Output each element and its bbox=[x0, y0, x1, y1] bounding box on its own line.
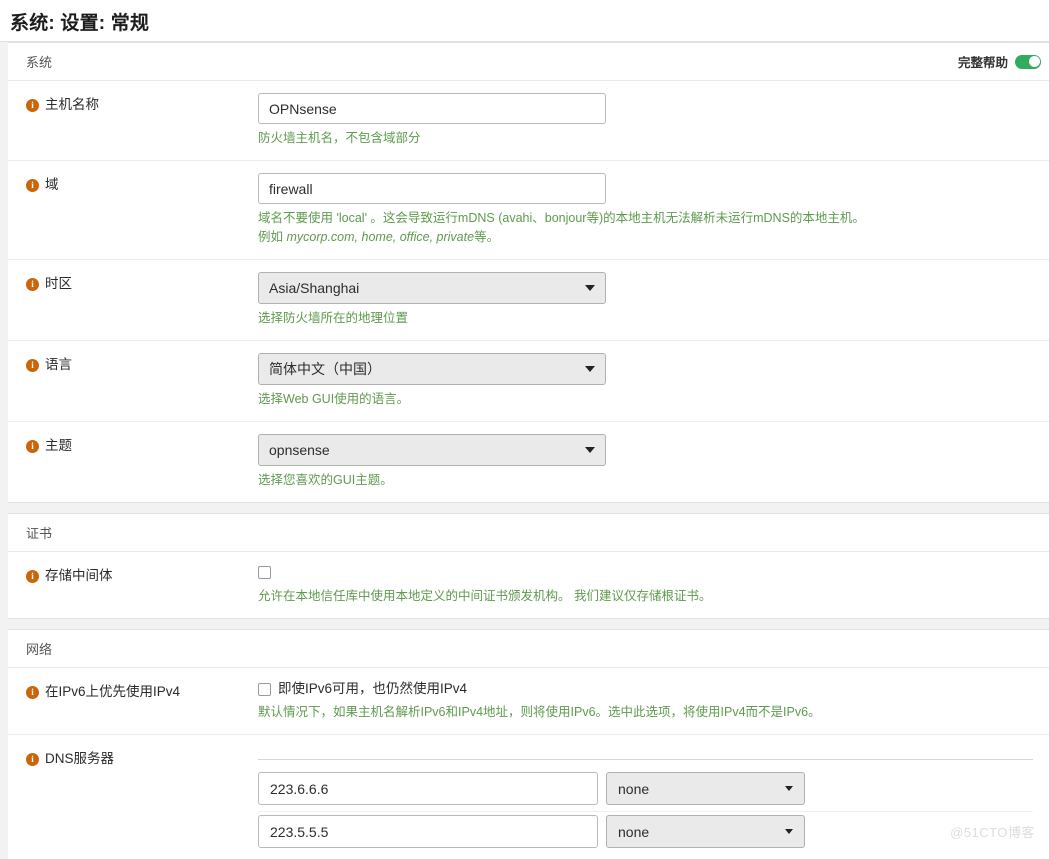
prefer-ipv4-checkbox-line[interactable]: 即使IPv6可用，也仍然使用IPv4 bbox=[258, 680, 1033, 698]
panel-certificate: 证书 i 存储中间体 允许在本地信任库中使用本地定义的中间证书颁发机构。 我们建… bbox=[8, 513, 1049, 619]
field-domain: 域名不要使用 'local' 。这会导致运行mDNS (avahi、bonjou… bbox=[258, 173, 1049, 247]
label-hostname-text: 主机名称 bbox=[45, 97, 99, 112]
chevron-down-icon bbox=[585, 447, 595, 453]
help-domain-suffix: 等。 bbox=[474, 230, 500, 244]
help-domain-line2: 例如 mycorp.com, home, office, private等。 bbox=[258, 228, 998, 247]
dns-server-2-input[interactable] bbox=[258, 815, 598, 848]
label-store-intermediate-text: 存储中间体 bbox=[45, 568, 113, 583]
row-language: i 语言 简体中文（中国） 选择Web GUI使用的语言。 bbox=[8, 341, 1049, 422]
label-domain-text: 域 bbox=[45, 177, 59, 192]
prefer-ipv4-checkbox-label: 即使IPv6可用，也仍然使用IPv4 bbox=[278, 681, 468, 696]
help-theme: 选择您喜欢的GUI主题。 bbox=[258, 473, 393, 487]
panel-network-title: 网络 bbox=[26, 642, 53, 657]
full-help-label: 完整帮助 bbox=[957, 56, 1008, 70]
timezone-select[interactable]: Asia/Shanghai bbox=[258, 272, 606, 304]
label-domain: i 域 bbox=[8, 173, 258, 195]
dns-server-1-interface-value: none bbox=[618, 780, 650, 797]
info-icon[interactable]: i bbox=[26, 359, 39, 372]
row-prefer-ipv4: i 在IPv6上优先使用IPv4 即使IPv6可用，也仍然使用IPv4 默认情况… bbox=[8, 668, 1049, 735]
field-timezone: Asia/Shanghai 选择防火墙所在的地理位置 bbox=[258, 272, 1049, 328]
field-language: 简体中文（中国） 选择Web GUI使用的语言。 bbox=[258, 353, 1049, 409]
row-dns-servers: i DNS服务器 none none bbox=[8, 735, 1049, 859]
label-timezone: i 时区 bbox=[8, 272, 258, 294]
label-theme: i 主题 bbox=[8, 434, 258, 456]
timezone-select-value: Asia/Shanghai bbox=[269, 280, 360, 296]
dns-server-row: none bbox=[258, 812, 1033, 854]
dns-server-1-input[interactable] bbox=[258, 772, 598, 805]
chevron-down-icon bbox=[785, 786, 793, 791]
dns-server-row: none bbox=[258, 769, 1033, 812]
field-dns-servers: none none bbox=[258, 747, 1049, 854]
chevron-down-icon bbox=[585, 366, 595, 372]
panel-system-title: 系统 bbox=[26, 55, 53, 70]
field-prefer-ipv4: 即使IPv6可用，也仍然使用IPv4 默认情况下，如果主机名解析IPv6和IPv… bbox=[258, 680, 1049, 722]
page-title: 系统: 设置: 常规 bbox=[0, 0, 1049, 41]
row-timezone: i 时区 Asia/Shanghai 选择防火墙所在的地理位置 bbox=[8, 260, 1049, 341]
watermark: @51CTO博客 bbox=[950, 825, 1035, 840]
label-theme-text: 主题 bbox=[45, 438, 72, 453]
panel-network: 网络 i 在IPv6上优先使用IPv4 即使IPv6可用，也仍然使用IPv4 默… bbox=[8, 629, 1049, 859]
row-store-intermediate: i 存储中间体 允许在本地信任库中使用本地定义的中间证书颁发机构。 我们建议仅存… bbox=[8, 552, 1049, 618]
help-language: 选择Web GUI使用的语言。 bbox=[258, 392, 410, 406]
help-timezone: 选择防火墙所在的地理位置 bbox=[258, 311, 409, 325]
info-icon[interactable]: i bbox=[26, 99, 39, 112]
help-hostname: 防火墙主机名，不包含域部分 bbox=[258, 131, 421, 145]
toggle-switch-icon[interactable] bbox=[1015, 54, 1041, 69]
dns-server-2-interface-value: none bbox=[618, 823, 650, 840]
label-language-text: 语言 bbox=[45, 357, 72, 372]
chevron-down-icon bbox=[785, 829, 793, 834]
help-prefer-ipv4: 默认情况下，如果主机名解析IPv6和IPv4地址，则将使用IPv6。选中此选项，… bbox=[258, 705, 821, 719]
label-prefer-ipv4-text: 在IPv6上优先使用IPv4 bbox=[45, 684, 181, 699]
label-prefer-ipv4: i 在IPv6上优先使用IPv4 bbox=[8, 680, 258, 702]
label-timezone-text: 时区 bbox=[45, 276, 72, 291]
help-domain-line1: 域名不要使用 'local' 。这会导致运行mDNS (avahi、bonjou… bbox=[258, 211, 865, 225]
toggle-knob bbox=[1028, 56, 1040, 67]
info-icon[interactable]: i bbox=[26, 753, 39, 766]
panel-system-header: 系统 完整帮助 bbox=[8, 43, 1049, 81]
panel-certificate-title: 证书 bbox=[26, 526, 53, 541]
theme-select-value: opnsense bbox=[269, 442, 330, 458]
info-icon[interactable]: i bbox=[26, 686, 39, 699]
label-language: i 语言 bbox=[8, 353, 258, 375]
field-hostname: 防火墙主机名，不包含域部分 bbox=[258, 93, 1049, 148]
full-help-toggle[interactable]: 完整帮助 bbox=[958, 52, 1041, 71]
help-domain: 域名不要使用 'local' 。这会导致运行mDNS (avahi、bonjou… bbox=[258, 209, 998, 247]
dns-server-2-interface-select[interactable]: none bbox=[606, 815, 805, 848]
chevron-down-icon bbox=[585, 285, 595, 291]
field-theme: opnsense 选择您喜欢的GUI主题。 bbox=[258, 434, 1049, 490]
panel-network-header: 网络 bbox=[8, 630, 1049, 668]
domain-input[interactable] bbox=[258, 173, 606, 204]
row-hostname: i 主机名称 防火墙主机名，不包含域部分 bbox=[8, 81, 1049, 161]
panel-certificate-header: 证书 bbox=[8, 514, 1049, 552]
theme-select[interactable]: opnsense bbox=[258, 434, 606, 466]
settings-general-page: 系统: 设置: 常规 系统 完整帮助 i 主机名称 防火墙主机名，不包含域部分 bbox=[0, 0, 1049, 859]
language-select-value: 简体中文（中国） bbox=[269, 361, 381, 377]
label-dns-servers: i DNS服务器 bbox=[8, 747, 258, 769]
prefer-ipv4-checkbox[interactable] bbox=[258, 682, 271, 696]
store-intermediate-checkbox[interactable] bbox=[258, 566, 271, 580]
dns-server-1-interface-select[interactable]: none bbox=[606, 772, 805, 805]
dns-server-list: none none bbox=[258, 759, 1033, 854]
panel-system: 系统 完整帮助 i 主机名称 防火墙主机名，不包含域部分 i 域 bbox=[8, 42, 1049, 503]
info-icon[interactable]: i bbox=[26, 440, 39, 453]
hostname-input[interactable] bbox=[258, 93, 606, 124]
help-domain-prefix: 例如 bbox=[258, 230, 287, 244]
row-domain: i 域 域名不要使用 'local' 。这会导致运行mDNS (avahi、bo… bbox=[8, 161, 1049, 260]
row-theme: i 主题 opnsense 选择您喜欢的GUI主题。 bbox=[8, 422, 1049, 502]
label-store-intermediate: i 存储中间体 bbox=[8, 564, 258, 586]
field-store-intermediate: 允许在本地信任库中使用本地定义的中间证书颁发机构。 我们建议仅存储根证书。 bbox=[258, 564, 1049, 606]
info-icon[interactable]: i bbox=[26, 179, 39, 192]
language-select[interactable]: 简体中文（中国） bbox=[258, 353, 606, 385]
label-dns-servers-text: DNS服务器 bbox=[45, 751, 115, 766]
label-hostname: i 主机名称 bbox=[8, 93, 258, 115]
info-icon[interactable]: i bbox=[26, 278, 39, 291]
help-domain-examples: mycorp.com, home, office, private bbox=[286, 230, 475, 244]
info-icon[interactable]: i bbox=[26, 570, 39, 583]
help-store-intermediate: 允许在本地信任库中使用本地定义的中间证书颁发机构。 我们建议仅存储根证书。 bbox=[258, 589, 712, 603]
